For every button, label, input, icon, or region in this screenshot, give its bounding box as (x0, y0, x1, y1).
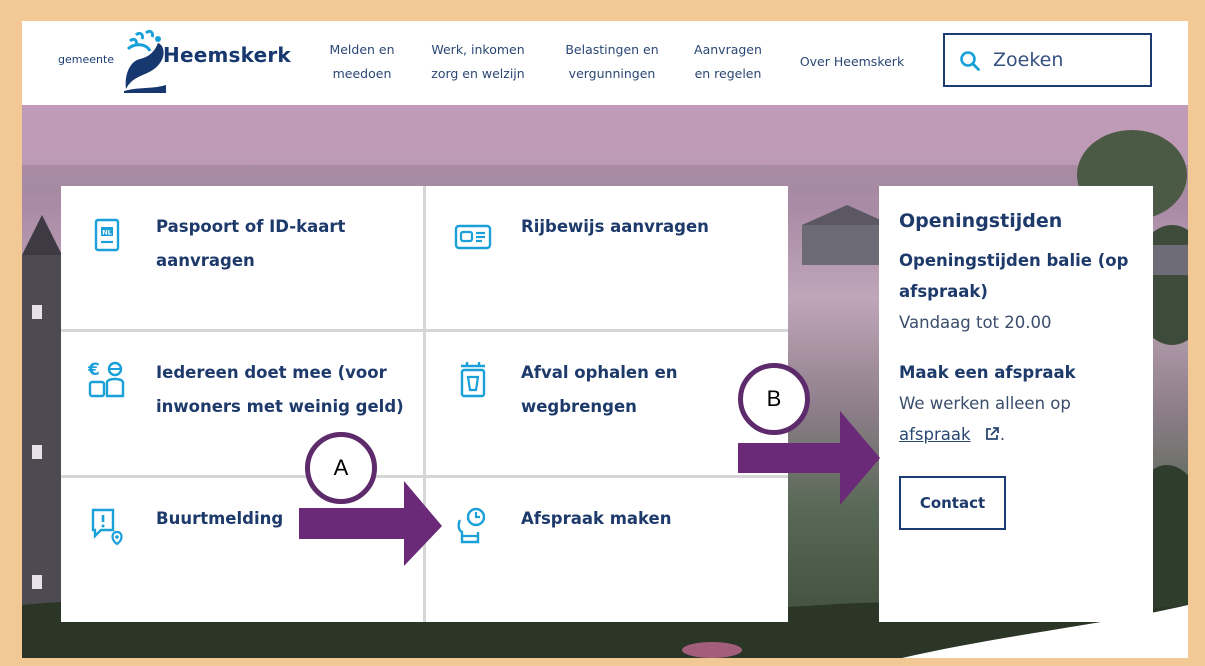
annotation-badge-a: A (305, 432, 377, 504)
annotation-badge-b: B (738, 363, 810, 435)
page-frame: gemeente Heemskerk Melden en meedoen Wer… (22, 21, 1188, 658)
badge-b-label: B (766, 386, 782, 411)
annotation-layer (299, 411, 880, 566)
badge-a-label: A (333, 455, 349, 480)
